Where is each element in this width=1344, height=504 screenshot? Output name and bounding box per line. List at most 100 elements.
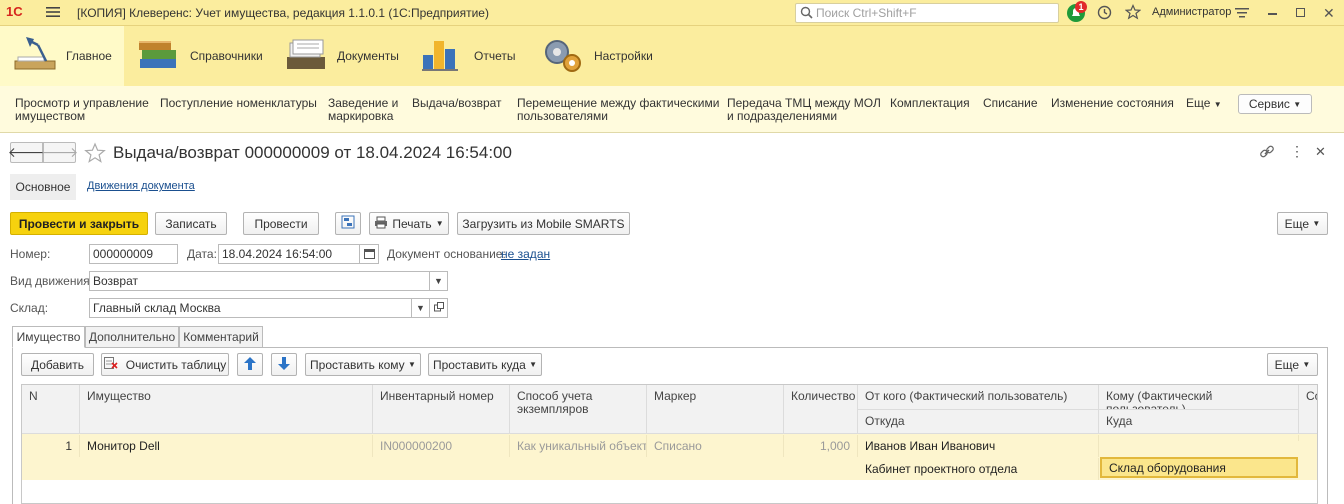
link-icon[interactable] [1259,144,1275,163]
arrow-down-icon [278,356,290,373]
set-where-button[interactable]: Проставить куда ▼ [428,353,542,376]
cell-from-user[interactable]: Иванов Иван Иванович [858,435,1099,457]
column-header-from-place[interactable]: Откуда [858,410,1099,434]
cell-from-place[interactable]: Кабинет проектного отдела [858,458,1099,480]
search-placeholder: Поиск Ctrl+Shift+F [816,6,917,20]
main-menu-icon[interactable] [46,5,60,22]
forward-button[interactable]: 🡒 [41,142,78,163]
print-button[interactable]: Печать ▼ [369,212,449,235]
search-input[interactable]: Поиск Ctrl+Shift+F [795,3,1059,23]
calendar-button[interactable] [359,244,379,264]
search-icon [800,6,813,24]
nav-move-between-users[interactable]: Перемещение между фактическими пользовате… [517,97,719,123]
cell-quantity[interactable]: 1,000 [784,435,858,457]
nav-receipt-nomenclature[interactable]: Поступление номенклатуры [160,97,317,110]
section-label: Отчеты [474,49,516,63]
section-documents[interactable]: Документы [283,26,403,86]
chevron-down-icon: ▼ [1293,99,1302,109]
column-header-to-user[interactable]: Кому (Фактический пользователь) [1099,385,1299,410]
function-panel: Просмотр и управление имуществом Поступле… [0,86,1344,133]
section-main[interactable]: Главное [0,26,124,86]
cell-property[interactable]: Монитор Dell [80,435,373,457]
close-app-icon[interactable]: ✕ [1323,5,1335,22]
section-label: Справочники [190,49,263,63]
movement-type-field[interactable]: Возврат [89,271,430,291]
post-and-close-button[interactable]: Провести и закрыть [10,212,148,235]
column-header-to-place[interactable]: Куда [1099,410,1299,434]
open-form-icon [433,302,444,314]
nav-transfer-between-mol[interactable]: Передача ТМЦ между МОЛ и подразделениями [727,97,881,123]
warehouse-open-button[interactable] [429,298,448,318]
history-icon[interactable] [1097,5,1112,23]
cell-marker[interactable]: Списано [647,435,784,457]
chevron-down-icon: ▼ [416,303,425,313]
sections-panel: Главное Справочники Документы Отчеты Нас… [0,26,1344,86]
settings-menu-icon[interactable] [1235,6,1249,23]
structure-button[interactable] [335,212,361,235]
books-icon [136,35,182,78]
movement-type-dropdown[interactable]: ▼ [429,271,448,291]
number-field[interactable]: 000000009 [89,244,178,264]
add-row-button[interactable]: Добавить [21,353,94,376]
cell-inventory-number[interactable]: IN000000200 [373,435,510,457]
close-form-icon[interactable]: ✕ [1315,144,1326,160]
nav-more-menu[interactable]: Еще ▼ [1186,97,1222,111]
clear-table-icon [103,357,118,372]
set-to-whom-button[interactable]: Проставить кому ▼ [305,353,421,376]
section-label: Настройки [594,49,653,63]
arrow-left-icon: 🡐 [7,144,46,160]
load-from-mobile-smarts-button[interactable]: Загрузить из Mobile SMARTS [457,212,630,235]
section-settings[interactable]: Настройки [540,26,660,86]
cell-accounting-method[interactable]: Как уникальный объект [510,435,647,457]
move-down-button[interactable] [271,353,297,376]
warehouse-dropdown[interactable]: ▼ [411,298,430,318]
nav-register-marking[interactable]: Заведение и маркировка [328,97,398,123]
column-header-inventory-number[interactable]: Инвентарный номер [373,385,510,434]
column-header-extra[interactable]: Со [1299,385,1317,434]
section-label: Документы [337,49,399,63]
nav-write-off[interactable]: Списание [983,97,1038,110]
form-more-button[interactable]: Еще ▼ [1277,212,1328,235]
back-button[interactable]: 🡐 [7,142,46,163]
post-button[interactable]: Провести [243,212,319,235]
arrow-up-icon [244,356,256,373]
table-more-button[interactable]: Еще ▼ [1267,353,1318,376]
cell-to-place[interactable]: Склад оборудования [1100,457,1298,478]
tab-additional[interactable]: Дополнительно [85,326,179,348]
warehouse-field[interactable]: Главный склад Москва [89,298,412,318]
tab-property[interactable]: Имущество [12,326,85,348]
nav-assembly[interactable]: Комплектация [890,97,970,110]
restore-icon[interactable] [1296,8,1305,17]
nav-change-state[interactable]: Изменение состояния [1051,97,1174,110]
column-header-accounting-method[interactable]: Способ учета экземпляров [510,385,647,434]
property-table[interactable]: N Имущество Инвентарный номер Способ уче… [21,384,1318,504]
column-header-marker[interactable]: Маркер [647,385,784,434]
calendar-icon [363,248,375,261]
section-reports[interactable]: Отчеты [420,26,530,86]
tab-main[interactable]: Основное [10,174,76,200]
section-catalogs[interactable]: Справочники [136,26,266,86]
nav-issue-return[interactable]: Выдача/возврат [412,97,502,110]
window-title: [КОПИЯ] Клеверенс: Учет имущества, редак… [77,6,489,20]
clear-table-button[interactable]: Очистить таблицу [101,353,229,376]
more-actions-icon[interactable]: ⋮ [1290,144,1304,158]
nav-view-manage-property[interactable]: Просмотр и управление имуществом [15,97,149,123]
column-header-from-user[interactable]: От кого (Фактический пользователь) [858,385,1099,410]
minimize-icon[interactable] [1268,13,1277,15]
date-field[interactable]: 18.04.2024 16:54:00 [218,244,360,264]
column-header-property[interactable]: Имущество [80,385,373,434]
save-button[interactable]: Записать [155,212,227,235]
cell-to-user[interactable] [1099,435,1299,441]
tab-comment[interactable]: Комментарий [179,326,263,348]
column-header-n[interactable]: N [22,385,80,434]
chart-icon [420,35,466,78]
favorite-star-icon[interactable] [84,142,106,167]
favorites-star-icon[interactable] [1124,4,1142,23]
basis-link[interactable]: не задан [501,247,550,261]
column-header-quantity[interactable]: Количество [784,385,858,434]
move-up-button[interactable] [237,353,263,376]
user-name[interactable]: Администратор [1152,6,1231,18]
date-label: Дата: [187,247,217,261]
tab-document-movements[interactable]: Движения документа [87,180,195,192]
service-button[interactable]: Сервис ▼ [1238,94,1312,114]
